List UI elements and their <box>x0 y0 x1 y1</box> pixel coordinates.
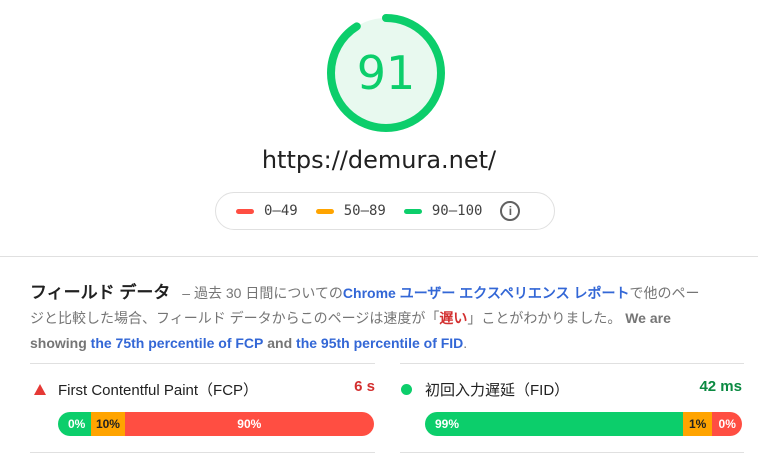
metric-name: First Contentful Paint（FCP） <box>58 381 259 399</box>
triangle-warning-icon <box>34 383 46 395</box>
score-gauge: 91 <box>325 12 447 134</box>
dash: – <box>182 285 191 301</box>
legend-swatch-fail <box>236 208 254 214</box>
metric-fcp: First Contentful Paint（FCP） <box>34 378 258 400</box>
info-icon[interactable]: i <box>500 201 521 221</box>
legend-item-fail: 0–49 <box>236 203 298 219</box>
legend-swatch-average <box>315 208 334 214</box>
performance-score: 91 <box>356 46 416 100</box>
distribution-segment: 10% <box>91 412 125 436</box>
desc-text: 過去 30 日間についての <box>193 285 343 301</box>
fcp-percentile-link[interactable]: the 75th percentile of FCP <box>91 335 264 351</box>
fcp-distribution-bar: 0% 10% 90% <box>58 412 374 436</box>
metric-divider <box>30 363 375 364</box>
legend-label: 90–100 <box>431 203 483 219</box>
fid-percentile-link[interactable]: the 95th percentile of FID <box>296 335 463 351</box>
distribution-segment: 90% <box>124 412 374 436</box>
metric-divider <box>400 363 744 364</box>
distribution-segment: 0% <box>712 412 742 436</box>
metric-divider <box>400 452 744 453</box>
metric-value-fcp: 6 s <box>354 378 375 395</box>
legend-item-pass: 90–100 <box>403 203 483 219</box>
desc-text: and <box>267 335 293 351</box>
distribution-segment: 99% <box>425 412 683 436</box>
field-data-title: フィールド データ <box>30 283 171 302</box>
fid-distribution-bar: 99% 1% 0% <box>425 412 742 436</box>
slow-label: 遅い <box>439 310 468 326</box>
field-data-description: フィールド データ – 過去 30 日間についてのChrome ユーザー エクス… <box>30 280 710 356</box>
metric-fid: 初回入力遅延（FID） <box>401 378 569 400</box>
desc-text: . <box>463 335 468 351</box>
section-divider <box>0 256 758 257</box>
legend-label: 50–89 <box>343 203 386 219</box>
desc-text: 」ことがわかりました。 <box>467 310 622 326</box>
distribution-segment: 1% <box>682 412 713 436</box>
metric-value-fid: 42 ms <box>699 378 742 395</box>
distribution-segment: 0% <box>58 412 92 436</box>
metric-divider <box>30 452 375 453</box>
legend-swatch-pass <box>403 208 422 214</box>
legend-label: 0–49 <box>264 203 298 219</box>
circle-pass-icon <box>401 383 412 395</box>
metric-name: 初回入力遅延（FID） <box>425 381 570 399</box>
page-url: https://demura.net/ <box>261 146 497 174</box>
legend-item-average: 50–89 <box>315 203 386 219</box>
chrome-ux-report-link[interactable]: Chrome ユーザー エクスペリエンス レポート <box>343 285 630 301</box>
score-legend: 0–49 50–89 90–100 i <box>215 192 555 230</box>
